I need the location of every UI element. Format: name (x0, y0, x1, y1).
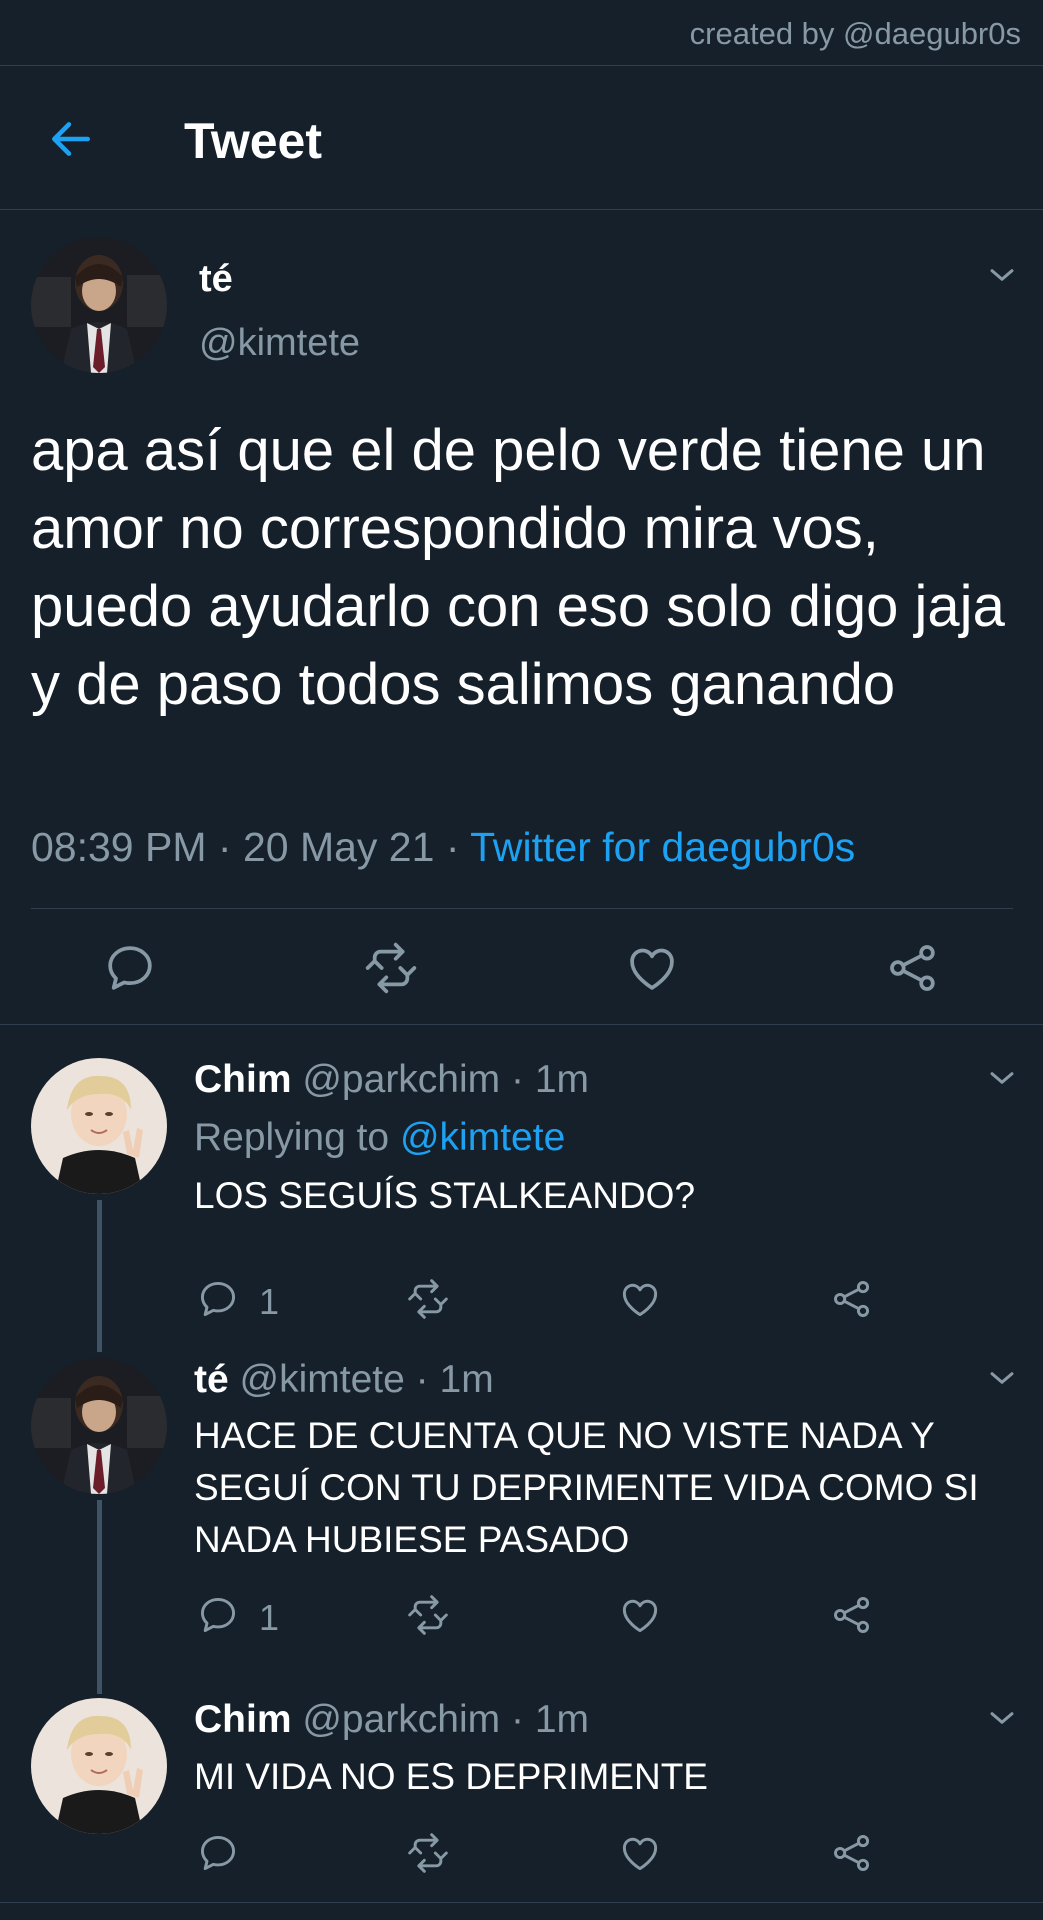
author-name[interactable]: Chim (194, 1058, 292, 1101)
reply-tweet[interactable]: Chim @parkchim · 1m Replying to @kimtete… (0, 1025, 1043, 1335)
like-icon[interactable] (618, 1277, 662, 1321)
like-icon[interactable] (618, 1593, 662, 1637)
tweet-date: 20 May 21 (242, 824, 435, 870)
reply-count: 1 (259, 1597, 280, 1638)
author-handle[interactable]: @parkchim (302, 1058, 500, 1101)
retweet-icon[interactable] (406, 1277, 450, 1321)
reply-time: 1m (534, 1698, 590, 1741)
divider (31, 908, 1013, 909)
reply-header: té @kimtete · 1m (194, 1358, 494, 1402)
chevron-down-icon[interactable] (985, 258, 1019, 292)
chevron-down-icon[interactable] (985, 1701, 1019, 1735)
reply-icon[interactable] (196, 1277, 240, 1321)
share-icon[interactable] (830, 1593, 874, 1637)
avatar[interactable] (31, 1058, 167, 1194)
avatar[interactable] (31, 237, 167, 373)
divider (0, 1902, 1043, 1903)
author-handle[interactable]: @parkchim (302, 1698, 500, 1741)
avatar[interactable] (31, 1698, 167, 1834)
meta-separator: · (511, 1698, 524, 1741)
avatar[interactable] (31, 1358, 167, 1494)
tweet-text: apa así que el de pelo verde tiene un am… (31, 418, 1005, 717)
reply-text: LOS SEGUÍS STALKEANDO? (194, 1175, 696, 1216)
mention-link[interactable]: @kimtete (400, 1116, 565, 1159)
reply-tweet[interactable]: Chim @parkchim · 1m MI VIDA NO ES DEPRIM… (0, 1665, 1043, 1902)
page-title: Tweet (184, 113, 322, 169)
author-handle[interactable]: @kimtete (240, 1358, 405, 1401)
share-icon[interactable] (830, 1831, 874, 1875)
credit-text: created by @daegubr0s (689, 16, 1021, 51)
retweet-icon[interactable] (406, 1593, 450, 1637)
like-icon[interactable] (624, 940, 680, 996)
tweet-meta: 08:39 PM · 20 May 21 · Twitter for daegu… (31, 824, 855, 871)
meta-separator: · (217, 824, 232, 870)
reply-header: Chim @parkchim · 1m (194, 1058, 589, 1102)
meta-separator: · (415, 1358, 429, 1401)
reply-tweet[interactable]: té @kimtete · 1m HACE DE CUENTA QUE NO V… (0, 1335, 1043, 1665)
chevron-down-icon[interactable] (985, 1361, 1019, 1395)
author-handle[interactable]: @kimtete (199, 322, 360, 365)
replying-label: Replying to (194, 1116, 390, 1159)
retweet-icon[interactable] (406, 1831, 450, 1875)
meta-separator: · (511, 1058, 524, 1101)
app-header: Tweet (0, 66, 1043, 210)
tweet-actions (0, 940, 1043, 1000)
share-icon[interactable] (830, 1277, 874, 1321)
reply-count: 1 (259, 1281, 280, 1322)
reply-time: 1m (534, 1058, 590, 1101)
author-name[interactable]: té (194, 1358, 229, 1401)
reply-icon[interactable] (102, 940, 158, 996)
credit-bar: created by @daegubr0s (0, 0, 1043, 66)
tweet-source-link[interactable]: Twitter for daegubr0s (470, 824, 855, 870)
share-icon[interactable] (885, 940, 941, 996)
main-tweet: té @kimtete apa así que el de pelo verde… (0, 210, 1043, 1025)
reply-header: Chim @parkchim · 1m (194, 1698, 589, 1742)
reply-icon[interactable] (196, 1831, 240, 1875)
reply-icon[interactable] (196, 1593, 240, 1637)
author-name[interactable]: Chim (194, 1698, 292, 1741)
replying-to: Replying to @kimtete (194, 1116, 565, 1160)
reply-text: HACE DE CUENTA QUE NO VISTE NADA Y SEGUÍ… (194, 1415, 979, 1560)
chevron-down-icon[interactable] (985, 1061, 1019, 1095)
reply-time: 1m (439, 1358, 494, 1401)
tweet-time: 08:39 PM (31, 824, 207, 870)
retweet-icon[interactable] (363, 940, 419, 996)
arrow-left-icon[interactable] (46, 114, 96, 164)
like-icon[interactable] (618, 1831, 662, 1875)
meta-separator: · (445, 824, 460, 870)
author-name[interactable]: té (199, 258, 233, 301)
reply-text: MI VIDA NO ES DEPRIMENTE (194, 1756, 708, 1797)
